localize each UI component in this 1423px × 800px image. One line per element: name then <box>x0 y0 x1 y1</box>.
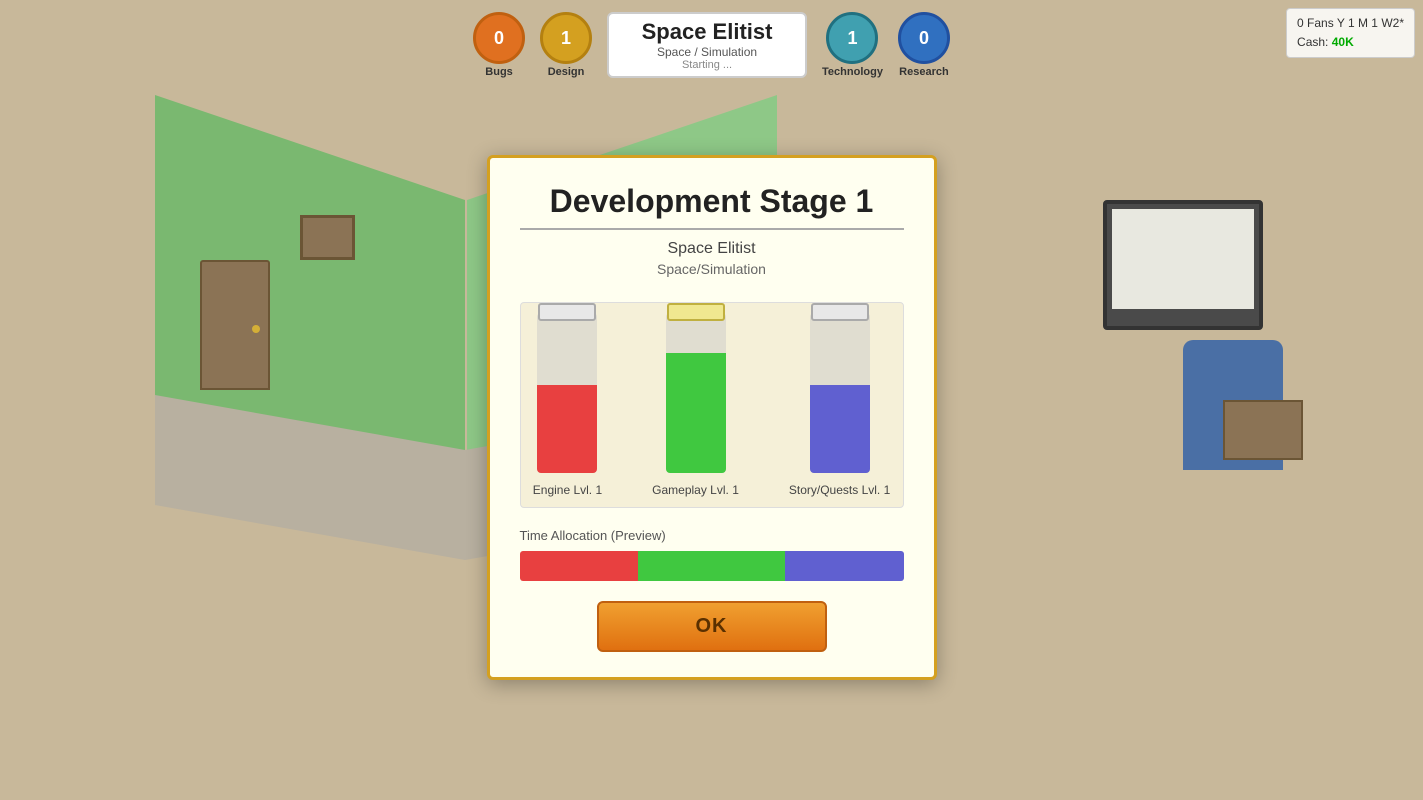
engine-slider-label: Engine Lvl. 1 <box>533 483 602 497</box>
monitor-screen <box>1112 209 1254 309</box>
time-seg-engine <box>520 551 638 581</box>
game-genre: Space / Simulation <box>634 45 780 59</box>
time-allocation-label: Time Allocation (Preview) <box>520 528 904 543</box>
engine-slider-item[interactable]: Engine Lvl. 1 <box>533 313 602 497</box>
development-stage-modal: Development Stage 1 Space Elitist Space/… <box>487 155 937 680</box>
game-title-block: Space Elitist Space / Simulation Startin… <box>607 12 807 78</box>
design-circle[interactable]: 1 <box>540 12 592 64</box>
time-allocation-bar <box>520 551 904 581</box>
research-count: 0 <box>919 28 929 49</box>
ok-button[interactable]: OK <box>597 601 827 652</box>
engine-slider-fill <box>537 385 597 473</box>
cash-value: 40K <box>1332 35 1354 49</box>
story-slider-thumb[interactable] <box>811 303 869 321</box>
research-circle[interactable]: 0 <box>898 12 950 64</box>
technology-circle[interactable]: 1 <box>826 12 878 64</box>
time-seg-gameplay <box>638 551 786 581</box>
game-status: Starting ... <box>634 59 780 71</box>
gameplay-slider-label: Gameplay Lvl. 1 <box>652 483 739 497</box>
design-count: 1 <box>561 28 571 49</box>
engine-slider-thumb[interactable] <box>538 303 596 321</box>
modal-divider <box>520 228 904 230</box>
story-slider-track[interactable] <box>810 313 870 473</box>
research-label: Research <box>899 66 949 78</box>
design-badge[interactable]: 1 Design <box>540 12 592 78</box>
sliders-container: Engine Lvl. 1 Gameplay Lvl. 1 Story/Ques… <box>520 302 904 508</box>
time-seg-story <box>785 551 903 581</box>
bugs-count: 0 <box>494 28 504 49</box>
research-badge[interactable]: 0 Research <box>898 12 950 78</box>
gameplay-slider-thumb[interactable] <box>667 303 725 321</box>
cash-label: Cash: <box>1297 35 1328 49</box>
picture-frame <box>300 215 355 260</box>
bugs-label: Bugs <box>485 66 513 78</box>
time-allocation-section: Time Allocation (Preview) <box>520 528 904 581</box>
gameplay-slider-item[interactable]: Gameplay Lvl. 1 <box>652 313 739 497</box>
fans-stat: 0 Fans Y 1 M 1 W2* <box>1297 14 1404 33</box>
bugs-badge[interactable]: 0 Bugs <box>473 12 525 78</box>
modal-game-name: Space Elitist <box>520 240 904 258</box>
top-navigation: 0 Bugs 1 Design Space Elitist Space / Si… <box>0 0 1423 90</box>
storage-box <box>1223 400 1303 460</box>
story-slider-label: Story/Quests Lvl. 1 <box>789 483 890 497</box>
engine-slider-track[interactable] <box>537 313 597 473</box>
technology-badge[interactable]: 1 Technology <box>822 12 883 78</box>
door-knob <box>252 325 260 333</box>
door <box>200 260 270 390</box>
story-slider-fill <box>810 385 870 473</box>
gameplay-slider-fill <box>666 353 726 473</box>
story-slider-item[interactable]: Story/Quests Lvl. 1 <box>789 313 890 497</box>
stats-panel: 0 Fans Y 1 M 1 W2* Cash: 40K <box>1286 8 1415 58</box>
modal-genre: Space/Simulation <box>520 261 904 277</box>
cash-stat: Cash: 40K <box>1297 33 1404 52</box>
gameplay-slider-track[interactable] <box>666 313 726 473</box>
technology-count: 1 <box>847 28 857 49</box>
technology-label: Technology <box>822 66 883 78</box>
game-title: Space Elitist <box>634 19 780 45</box>
modal-title: Development Stage 1 <box>520 183 904 220</box>
bugs-circle[interactable]: 0 <box>473 12 525 64</box>
design-label: Design <box>548 66 585 78</box>
monitor <box>1103 200 1263 330</box>
